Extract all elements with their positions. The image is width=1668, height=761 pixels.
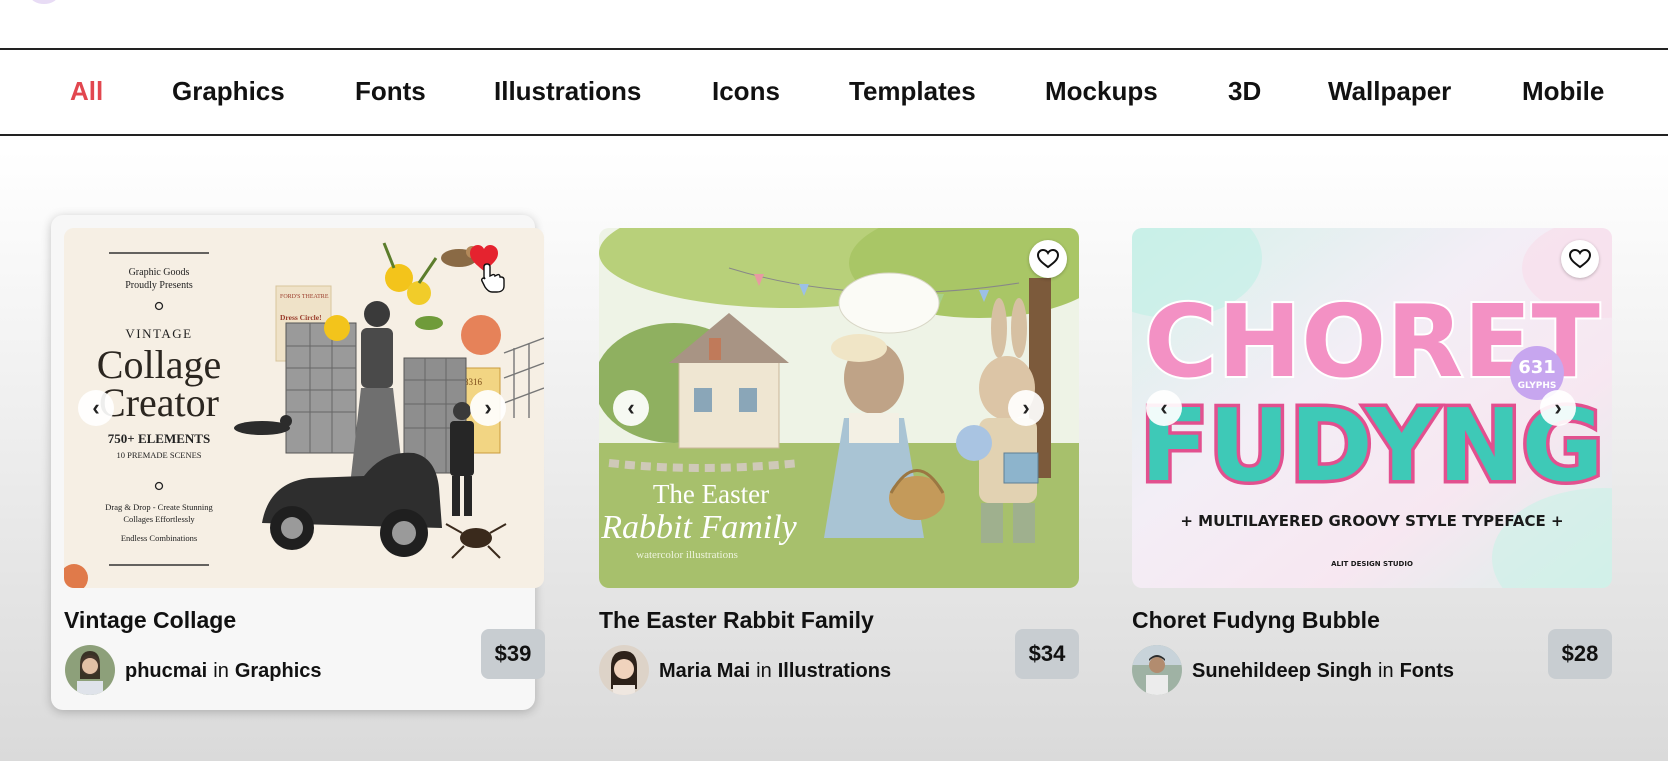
thumb-subtitle: watercolor illustrations (636, 549, 738, 561)
easter-rabbit-artwork: The Easter Rabbit Family watercolor illu… (599, 228, 1079, 588)
nav-item-fonts[interactable]: Fonts (355, 76, 426, 107)
author-name[interactable]: Maria Mai (659, 660, 750, 682)
chevron-left-icon: ‹ (627, 395, 635, 420)
thumb-kicker: VINTAGE (125, 326, 192, 341)
prev-image-button[interactable]: ‹ (1146, 390, 1182, 426)
category-link[interactable]: Fonts (1400, 660, 1454, 682)
price-badge: $28 (1548, 629, 1612, 679)
thumb-title-2: Rabbit Family (600, 509, 797, 546)
thumb-poster-2: Dress Circle! (280, 313, 322, 322)
chevron-left-icon: ‹ (92, 395, 100, 420)
avatar[interactable] (1132, 645, 1182, 695)
chevron-left-icon: ‹ (1160, 395, 1168, 420)
thumb-elements: 750+ ELEMENTS (108, 431, 210, 446)
chevron-right-icon: › (1022, 395, 1030, 420)
thumb-tagline-3: Endless Combinations (121, 533, 197, 543)
user-avatar[interactable] (30, 0, 58, 4)
thumb-presents: Proudly Presents (125, 280, 193, 291)
nav-item-wallpaper[interactable]: Wallpaper (1328, 76, 1451, 107)
product-title[interactable]: Choret Fudyng Bubble (1132, 607, 1380, 634)
author-in: in (756, 660, 772, 682)
heart-icon (1568, 248, 1592, 269)
thumb-headline-2: Creator (99, 380, 219, 425)
favorite-button[interactable] (1561, 240, 1599, 278)
product-card-vintage-collage[interactable]: Graphic Goods Proudly Presents VINTAGE C… (51, 215, 545, 710)
product-thumbnail[interactable]: The Easter Rabbit Family watercolor illu… (599, 228, 1079, 588)
thumb-scenes: 10 PREMADE SCENES (116, 450, 201, 460)
thumb-tagline: + MULTILAYERED GROOVY STYLE TYPEFACE + (1180, 512, 1563, 530)
thumb-studio: ALIT DESIGN STUDIO (1331, 560, 1413, 568)
nav-item-icons[interactable]: Icons (712, 76, 780, 107)
heart-icon (1036, 248, 1060, 269)
author-name[interactable]: Sunehildeep Singh (1192, 660, 1372, 682)
product-card-choret-fudyng[interactable]: CHORET FUDYNG 631 GLYPHS + MULTILAYERED … (1120, 215, 1612, 710)
next-image-button[interactable]: › (1008, 390, 1044, 426)
thumb-stamp: 8316 (464, 377, 483, 387)
author-in: in (1378, 660, 1394, 682)
thumb-word-2: FUDYNG (1140, 387, 1603, 504)
nav-item-mockups[interactable]: Mockups (1045, 76, 1158, 107)
thumb-badge-count: 631 (1518, 357, 1556, 378)
category-link[interactable]: Illustrations (778, 660, 891, 682)
thumb-tagline-1: Drag & Drop - Create Stunning (105, 502, 213, 512)
nav-item-graphics[interactable]: Graphics (172, 76, 285, 107)
product-title[interactable]: The Easter Rabbit Family (599, 607, 874, 634)
category-link[interactable]: Graphics (235, 660, 322, 682)
author-name[interactable]: phucmai (125, 660, 207, 682)
price-badge: $34 (1015, 629, 1079, 679)
thumb-badge-label: GLYPHS (1518, 381, 1557, 391)
nav-item-illustrations[interactable]: Illustrations (494, 76, 641, 107)
nav-item-templates[interactable]: Templates (849, 76, 976, 107)
nav-item-mobile[interactable]: Mobile (1522, 76, 1604, 107)
favorite-button[interactable] (1029, 240, 1067, 278)
product-card-easter-rabbit[interactable]: The Easter Rabbit Family watercolor illu… (587, 215, 1079, 710)
thumb-tagline-2: Collages Effortlessly (123, 514, 195, 524)
thumb-publisher: Graphic Goods (129, 267, 190, 278)
next-image-button[interactable]: › (1540, 390, 1576, 426)
thumb-title-1: The Easter (653, 479, 769, 509)
top-header (0, 0, 1668, 50)
thumb-poster-1: FORD'S THEATRE (280, 294, 329, 300)
pointer-hand-icon (480, 262, 506, 294)
author-line: Sunehildeep Singh in Fonts (1192, 660, 1454, 683)
nav-item-all[interactable]: All (70, 76, 103, 107)
chevron-right-icon: › (484, 395, 492, 420)
prev-image-button[interactable]: ‹ (613, 390, 649, 426)
nav-item-3d[interactable]: 3D (1228, 76, 1261, 107)
avatar[interactable] (65, 645, 115, 695)
prev-image-button[interactable]: ‹ (78, 390, 114, 426)
product-thumbnail[interactable]: Graphic Goods Proudly Presents VINTAGE C… (64, 228, 544, 588)
avatar[interactable] (599, 645, 649, 695)
chevron-right-icon: › (1554, 395, 1562, 420)
product-thumbnail[interactable]: CHORET FUDYNG 631 GLYPHS + MULTILAYERED … (1132, 228, 1612, 588)
next-image-button[interactable]: › (470, 390, 506, 426)
product-title[interactable]: Vintage Collage (64, 607, 236, 634)
author-line: Maria Mai in Illustrations (659, 660, 891, 683)
price-badge: $39 (481, 629, 545, 679)
author-in: in (213, 660, 229, 682)
author-line: phucmai in Graphics (125, 660, 322, 683)
category-nav: All Graphics Fonts Illustrations Icons T… (0, 50, 1668, 136)
